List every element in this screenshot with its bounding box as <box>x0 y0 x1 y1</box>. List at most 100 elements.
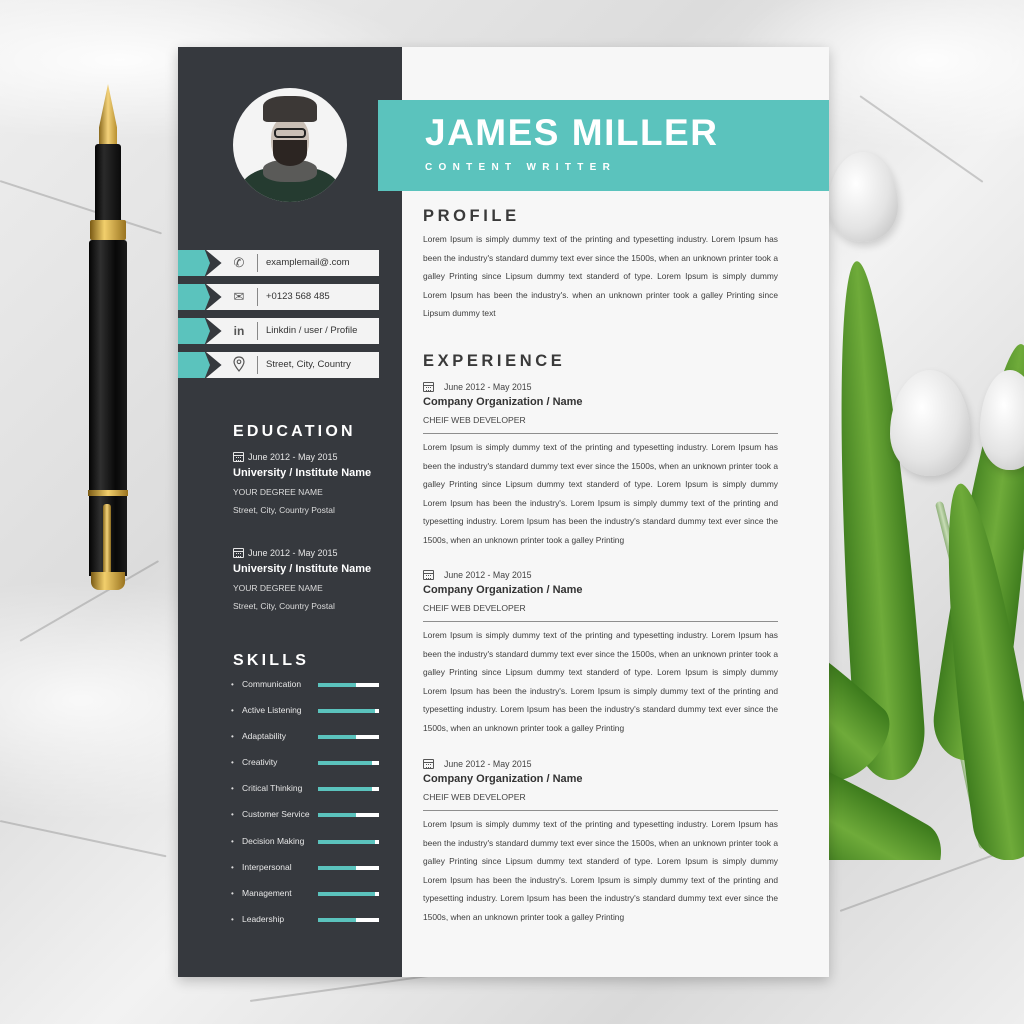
skill-level-bar <box>318 839 379 844</box>
photo-hat <box>263 96 317 122</box>
marble-vein <box>0 180 162 235</box>
contact-tab-accent <box>178 284 210 310</box>
skill-item: • Adaptability <box>231 729 381 755</box>
divider <box>423 810 778 811</box>
experience-date: June 2012 - May 2015 <box>423 380 778 394</box>
profile-text: Lorem Ipsum is simply dummy text of the … <box>423 234 778 319</box>
skills-list: • Communication • Active Listening • Adaptabi… <box>231 677 381 938</box>
skill-level-fill <box>318 917 357 922</box>
skill-name: Leadership <box>242 913 285 924</box>
location-pin-icon <box>230 356 248 374</box>
contact-separator <box>257 322 258 340</box>
bullet-icon: • <box>231 810 234 820</box>
profile-heading: PROFILE <box>423 207 520 225</box>
pen-barrel <box>89 240 127 496</box>
divider <box>423 621 778 622</box>
resume-sidebar: ✆ examplemail@.com ✉ +0123 568 485 in Li… <box>178 47 402 977</box>
education-date-text: June 2012 - May 2015 <box>248 452 338 462</box>
pen-end <box>91 572 125 590</box>
skill-level-bar <box>318 735 379 740</box>
skill-level-bar <box>318 709 379 714</box>
skill-item: • Customer Service <box>231 807 381 833</box>
photo-beard <box>273 140 307 166</box>
skill-name: Interpersonal <box>242 861 292 872</box>
contact-address: Street, City, Country <box>178 352 379 378</box>
education-school: University / Institute Name <box>233 467 372 479</box>
skill-level-fill <box>318 813 357 818</box>
bullet-icon: • <box>231 784 234 794</box>
experience-company: Company Organization / Name <box>423 396 583 408</box>
education-degree: YOUR DEGREE NAME <box>233 487 323 497</box>
experience-text: Lorem Ipsum is simply dummy text of the … <box>423 442 778 545</box>
experience-text: Lorem Ipsum is simply dummy text of the … <box>423 630 778 733</box>
pen-grip <box>95 144 121 224</box>
photo-glasses <box>274 128 306 138</box>
contact-email: ✆ examplemail@.com <box>178 250 379 276</box>
contact-separator <box>257 288 258 306</box>
experience-role: CHEIF WEB DEVELOPER <box>423 792 526 802</box>
candidate-name: JAMES MILLER <box>425 112 719 153</box>
bullet-icon: • <box>231 732 234 742</box>
tulip-bouquet-decoration <box>828 140 1024 860</box>
experience-entry: June 2012 - May 2015 Company Organizatio… <box>423 380 778 550</box>
contact-linkedin-text: Linkdin / user / Profile <box>266 325 358 336</box>
pen-clip <box>103 504 111 574</box>
experience-entry: June 2012 - May 2015 Company Organizatio… <box>423 757 778 927</box>
bullet-icon: • <box>231 706 234 716</box>
education-date-text: June 2012 - May 2015 <box>248 548 338 558</box>
bullet-icon: • <box>231 914 234 924</box>
contact-tab-accent <box>178 318 210 344</box>
marble-vein <box>0 820 167 858</box>
experience-text: Lorem Ipsum is simply dummy text of the … <box>423 819 778 922</box>
education-school: University / Institute Name <box>233 563 372 575</box>
experience-date-text: June 2012 - May 2015 <box>444 382 532 392</box>
skill-name: Adaptability <box>242 731 286 742</box>
skills-heading: SKILLS <box>233 652 310 669</box>
profile-section: PROFILE Lorem Ipsum is simply dummy text… <box>423 207 778 323</box>
contact-linkedin: in Linkdin / user / Profile <box>178 318 379 344</box>
experience-date-text: June 2012 - May 2015 <box>444 759 532 769</box>
candidate-title: CONTENT WRITTER <box>425 162 617 173</box>
experience-date: June 2012 - May 2015 <box>423 757 778 771</box>
profile-photo <box>233 88 347 202</box>
skill-item: • Leadership <box>231 912 381 938</box>
contact-phone-text: +0123 568 485 <box>266 291 330 302</box>
tulip-bud <box>980 370 1024 470</box>
experience-role: CHEIF WEB DEVELOPER <box>423 415 526 425</box>
linkedin-icon: in <box>233 324 245 338</box>
skill-item: • Management <box>231 886 381 912</box>
experience-heading-block: EXPERIENCE <box>423 352 778 371</box>
skill-level-bar <box>318 761 379 766</box>
calendar-icon <box>423 759 434 769</box>
skill-level-fill <box>318 709 375 714</box>
skill-level-fill <box>318 787 373 792</box>
skill-level-fill <box>318 735 357 740</box>
experience-date: June 2012 - May 2015 <box>423 568 778 582</box>
education-address: Street, City, Country Postal <box>233 505 335 515</box>
calendar-icon <box>233 548 244 558</box>
resume-page: ✆ examplemail@.com ✉ +0123 568 485 in Li… <box>178 47 829 977</box>
tulip-bud <box>890 370 970 476</box>
experience-role: CHEIF WEB DEVELOPER <box>423 603 526 613</box>
education-address: Street, City, Country Postal <box>233 601 335 611</box>
skill-level-fill <box>318 761 373 766</box>
skill-level-bar <box>318 787 379 792</box>
skill-level-fill <box>318 839 375 844</box>
skill-name: Customer Service <box>242 809 310 820</box>
contact-separator <box>257 254 258 272</box>
calendar-icon <box>423 570 434 580</box>
contact-tab-accent <box>178 352 210 378</box>
calendar-icon <box>233 452 244 462</box>
pen-nib <box>99 84 117 146</box>
phone-icon: ✆ <box>233 255 245 270</box>
experience-company: Company Organization / Name <box>423 584 583 596</box>
bullet-icon: • <box>231 862 234 872</box>
skill-name: Decision Making <box>242 835 305 846</box>
skill-level-bar <box>318 813 379 818</box>
skill-item: • Critical Thinking <box>231 781 381 807</box>
calendar-icon <box>423 382 434 392</box>
skill-item: • Active Listening <box>231 703 381 729</box>
skill-level-bar <box>318 917 379 922</box>
education-degree: YOUR DEGREE NAME <box>233 583 323 593</box>
skill-level-bar <box>318 683 379 687</box>
